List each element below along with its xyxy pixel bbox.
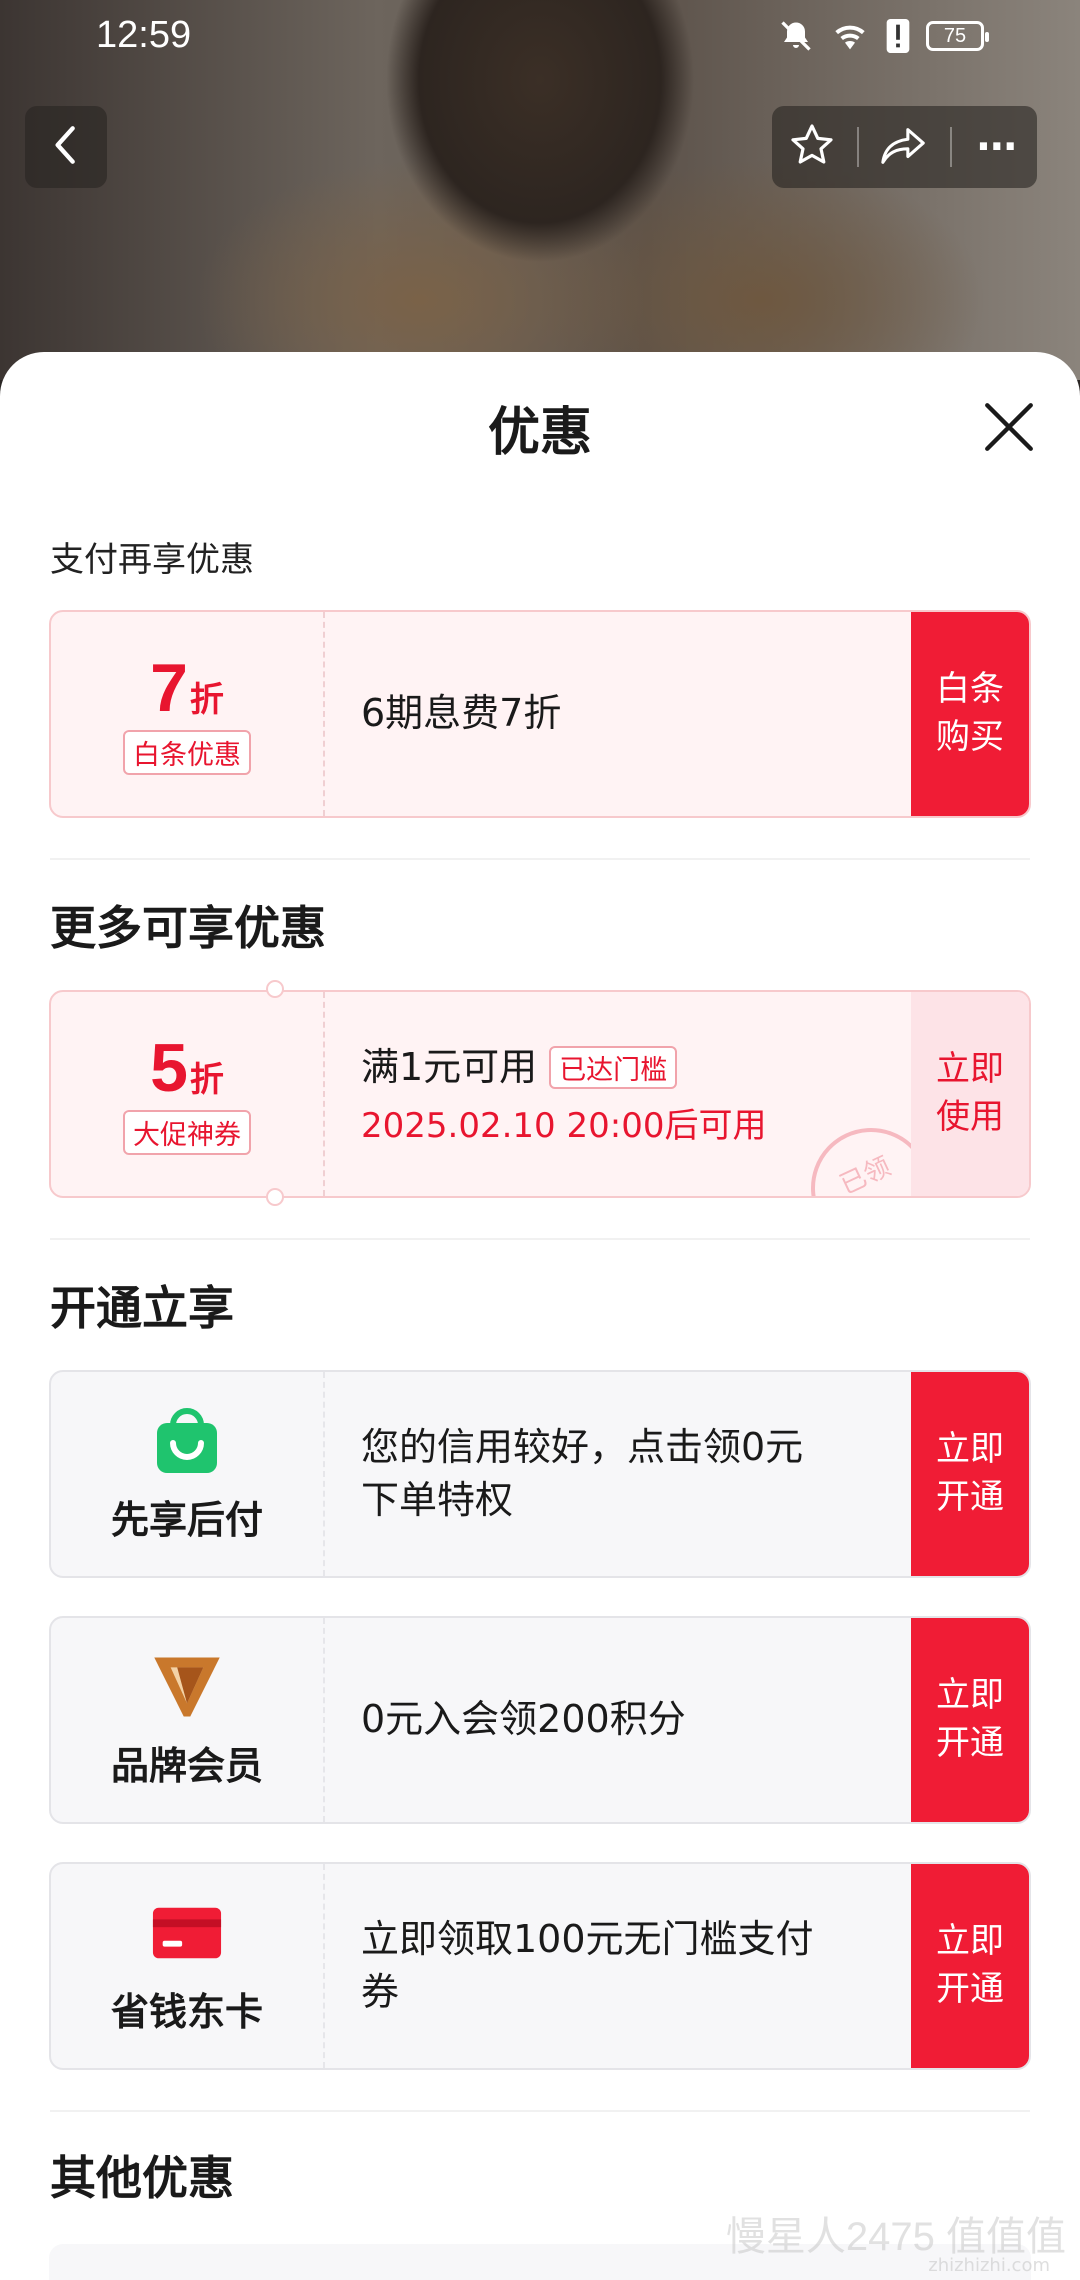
brand-v-icon — [151, 1651, 223, 1723]
wifi-icon — [830, 19, 870, 53]
service-text-line-1: 您的信用较好，点击领0元 — [361, 1424, 804, 1469]
service-text-line-2: 券 — [361, 1970, 400, 2014]
service-name: 先享后付 — [110, 1497, 263, 1542]
coupon-tag: 大促神券 — [123, 1109, 251, 1155]
action-line-2: 开通 — [936, 1477, 1004, 1517]
service-name: 品牌会员 — [110, 1743, 263, 1788]
service-left: 省钱东卡 — [51, 1864, 325, 2068]
card-icon — [151, 1897, 223, 1969]
coupon-condition-line: 满1元可用 已达门槛 — [361, 1041, 899, 1094]
coupon-valid-date: 2025.02.10 20:00后可用 — [361, 1106, 767, 1147]
shopping-bag-icon — [151, 1405, 223, 1477]
service-description: 0元入会领200积分 — [361, 1618, 899, 1822]
coupon-notch-bottom — [266, 1188, 284, 1206]
section-divider — [50, 2110, 1030, 2112]
star-icon — [788, 121, 836, 173]
action-line-2: 开通 — [936, 1723, 1004, 1763]
toolbar-separator — [857, 127, 860, 167]
section-divider — [50, 1238, 1030, 1240]
close-button[interactable] — [980, 398, 1038, 456]
action-line-1: 立即 — [936, 1675, 1004, 1716]
status-time: 12:59 — [96, 14, 192, 56]
section-divider — [50, 858, 1030, 860]
status-icons: 75 — [778, 18, 989, 54]
alert-icon — [886, 19, 910, 53]
battery-indicator: 75 — [926, 21, 989, 51]
coupon-left: 5折 大促神券 — [51, 992, 325, 1196]
chevron-left-icon — [49, 125, 83, 169]
baitiao-coupon-card[interactable]: 7折 白条优惠 6期息费7折 白条 购买 — [49, 610, 1031, 818]
action-line-2: 开通 — [936, 1969, 1004, 2009]
service-text-line-2: 下单特权 — [361, 1478, 514, 1522]
back-button[interactable] — [25, 106, 107, 188]
action-line-1: 白条 — [936, 669, 1004, 710]
discount-value: 5折 — [150, 1029, 224, 1106]
service-description: 您的信用较好，点击领0元 下单特权 — [361, 1372, 899, 1576]
toolbar-separator — [949, 127, 952, 167]
sheet-title: 优惠 — [487, 403, 592, 463]
coupon-condition: 满1元可用 — [361, 1044, 538, 1089]
service-description: 立即领取100元无门槛支付 券 — [361, 1864, 899, 2068]
action-line-2: 购买 — [936, 717, 1004, 757]
baitiao-buy-button[interactable]: 白条 购买 — [911, 612, 1029, 816]
watermark-url: zhizhizhi.com — [928, 2255, 1050, 2276]
activate-savings-card-button[interactable]: 立即 开通 — [911, 1864, 1029, 2068]
service-left: 品牌会员 — [51, 1618, 325, 1822]
section-title-pay: 支付再享优惠 — [50, 540, 254, 580]
action-line-1: 立即 — [936, 1429, 1004, 1470]
service-text-line-1: 立即领取100元无门槛支付 — [361, 1916, 814, 1961]
favorite-button[interactable] — [777, 112, 847, 182]
promo-coupon-card[interactable]: 5折 大促神券 满1元可用 已达门槛 2025.02.10 20:00后可用 已… — [49, 990, 1031, 1198]
discount-value: 7折 — [150, 649, 224, 726]
more-button[interactable]: ⋯ — [962, 112, 1032, 182]
use-now-button[interactable]: 立即 使用 — [911, 992, 1029, 1196]
service-name: 省钱东卡 — [110, 1989, 263, 2034]
coupon-left: 7折 白条优惠 — [51, 612, 325, 816]
more-icon: ⋯ — [976, 124, 1017, 170]
section-title-other: 其他优惠 — [50, 2151, 234, 2205]
coupon-tag: 白条优惠 — [123, 729, 251, 775]
watermark: 慢星人2475 值值值 — [725, 2215, 1066, 2259]
pay-later-card[interactable]: 先享后付 您的信用较好，点击领0元 下单特权 立即 开通 — [49, 1370, 1031, 1578]
action-line-1: 立即 — [936, 1921, 1004, 1962]
savings-card-card[interactable]: 省钱东卡 立即领取100元无门槛支付 券 立即 开通 — [49, 1862, 1031, 2070]
top-right-toolbar: ⋯ — [772, 106, 1037, 188]
threshold-tag: 已达门槛 — [549, 1046, 678, 1089]
service-left: 先享后付 — [51, 1372, 325, 1576]
activate-brand-member-button[interactable]: 立即 开通 — [911, 1618, 1029, 1822]
mute-bell-icon — [778, 18, 814, 54]
section-title-open: 开通立享 — [50, 1281, 234, 1335]
activate-pay-later-button[interactable]: 立即 开通 — [911, 1372, 1029, 1576]
action-line-1: 立即 — [936, 1049, 1004, 1090]
coupon-text: 6期息费7折 — [361, 691, 562, 736]
coupon-description: 6期息费7折 — [361, 612, 899, 816]
coupon-notch-top — [266, 980, 284, 998]
share-icon — [879, 123, 929, 171]
action-line-2: 使用 — [936, 1097, 1004, 1137]
discount-sheet: 优惠 支付再享优惠 7折 白条优惠 6期息费7折 白条 购买 更多可享优惠 5折… — [0, 352, 1080, 2280]
service-text-line-1: 0元入会领200积分 — [361, 1697, 686, 1742]
brand-member-card[interactable]: 品牌会员 0元入会领200积分 立即 开通 — [49, 1616, 1031, 1824]
status-bar: 12:59 75 — [0, 0, 1080, 76]
close-icon — [980, 403, 1038, 460]
section-title-more: 更多可享优惠 — [50, 901, 326, 955]
share-button[interactable] — [869, 112, 939, 182]
